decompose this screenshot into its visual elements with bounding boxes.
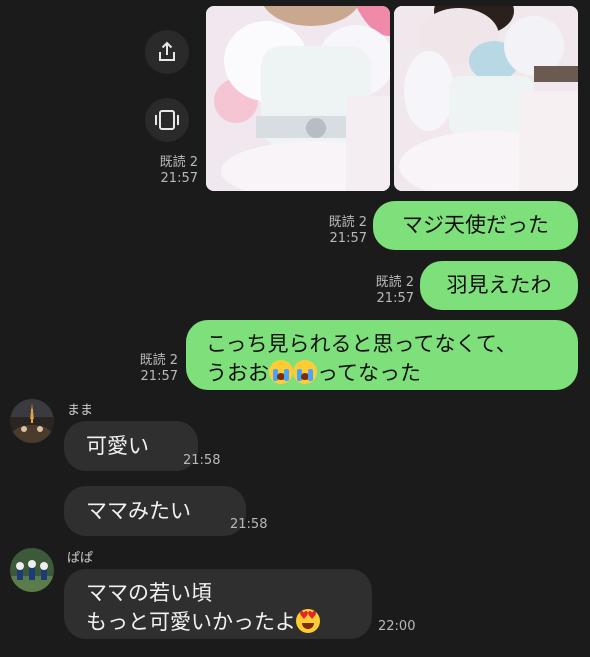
message-text: もっと可愛いかったよ — [86, 610, 296, 634]
photo-image — [206, 6, 390, 191]
message-text: ママみたい — [86, 498, 191, 523]
timestamp: 21:57 — [140, 369, 178, 384]
message-text: ママの若い頃 — [86, 581, 212, 605]
read-receipt: 既読 2 — [375, 275, 414, 290]
message-text-line2: もっと可愛いかったよ — [86, 608, 350, 637]
sender-name: ぱぱ — [67, 551, 94, 566]
chat-photo-1[interactable] — [206, 6, 390, 191]
message-text: 羽見えたわ — [446, 273, 552, 297]
screen-icon — [155, 110, 179, 130]
sent-message-bubble[interactable]: マジ天使だった — [373, 201, 578, 250]
avatar-mama[interactable] — [10, 399, 54, 443]
chat-photo-2[interactable] — [394, 6, 578, 191]
message-text: 可愛い — [86, 433, 149, 458]
timestamp: 21:57 — [160, 171, 198, 186]
share-icon — [159, 41, 175, 61]
message-text: こっち見られると思ってなくて、 — [206, 332, 517, 356]
timestamp: 21:57 — [329, 231, 367, 246]
message-text-line2: うおお ってなった — [206, 359, 558, 388]
received-message-bubble[interactable]: ママの若い頃 もっと可愛いかったよ — [64, 569, 372, 639]
timestamp: 21:58 — [183, 453, 221, 468]
received-message-bubble[interactable]: ママみたい — [64, 486, 246, 536]
sender-name: まま — [67, 403, 94, 418]
read-receipt: 既読 2 — [139, 353, 178, 368]
timestamp: 22:00 — [378, 619, 416, 634]
message-text: マジ天使だった — [402, 213, 549, 237]
read-receipt: 既読 2 — [159, 155, 198, 170]
photo-image — [394, 6, 578, 191]
message-text: うおお — [206, 361, 269, 385]
sent-message-bubble[interactable]: 羽見えたわ — [420, 261, 578, 310]
message-text: ってなった — [317, 361, 421, 385]
avatar-image — [10, 548, 54, 592]
timestamp: 21:57 — [376, 291, 414, 306]
message-meta: 既読 2 21:57 — [126, 353, 178, 385]
sent-message-bubble[interactable]: こっち見られると思ってなくて、 うおお ってなった — [186, 320, 578, 390]
avatar-papa[interactable] — [10, 548, 54, 592]
message-meta: 既読 2 21:57 — [362, 275, 414, 307]
avatar-image — [10, 399, 54, 443]
share-button[interactable] — [145, 30, 189, 74]
timestamp: 21:58 — [230, 517, 268, 532]
multiscreen-button[interactable] — [145, 98, 189, 142]
received-message-bubble[interactable]: 可愛い — [64, 421, 198, 471]
crying-face-icon — [293, 360, 317, 384]
crying-face-icon — [269, 360, 293, 384]
photo-meta: 既読 2 21:57 — [150, 155, 198, 187]
read-receipt: 既読 2 — [328, 215, 367, 230]
message-meta: 既読 2 21:57 — [315, 215, 367, 247]
heart-eyes-face-icon — [296, 609, 320, 633]
